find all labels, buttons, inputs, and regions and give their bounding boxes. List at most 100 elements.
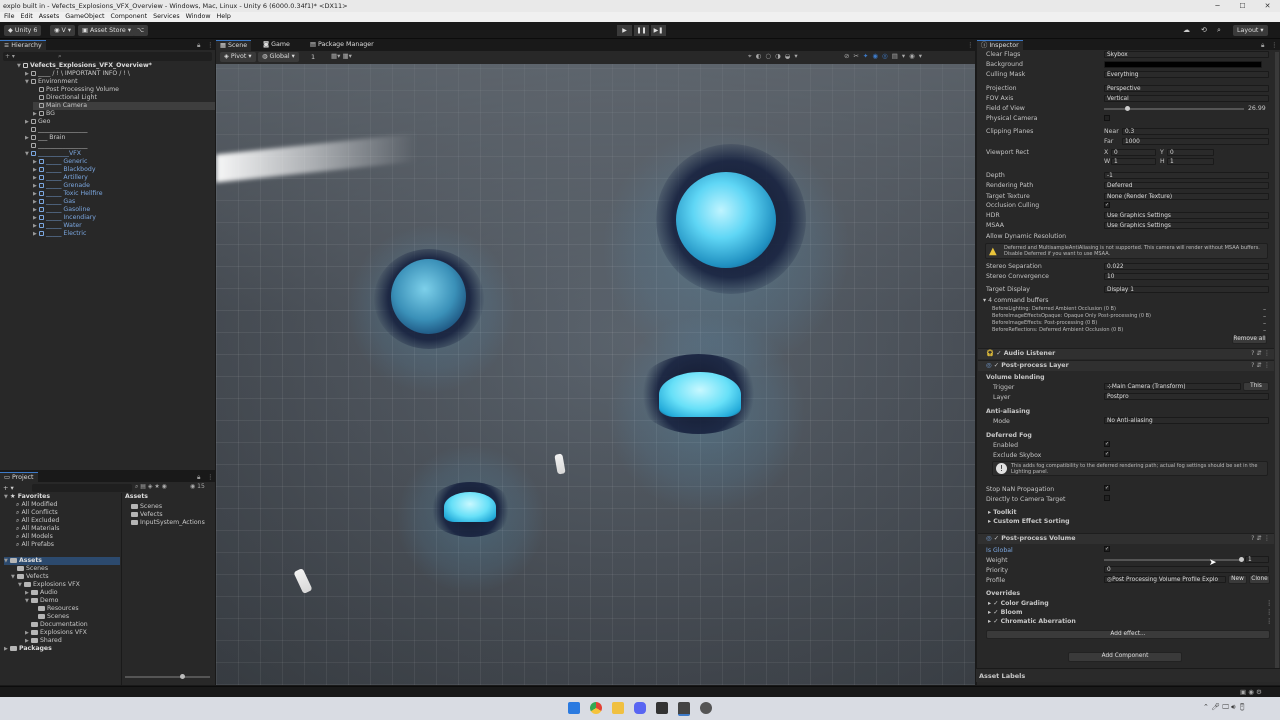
hierarchy-item[interactable]: ▼ __________VFX (25, 150, 81, 158)
play-button[interactable]: ▶ (617, 25, 632, 36)
pp-layer-toggle[interactable]: ✓ (994, 362, 999, 369)
lock-icon[interactable]: 🔒︎ (197, 473, 200, 482)
hierarchy-item[interactable]: Main Camera (33, 102, 215, 110)
weight-field[interactable]: 1 (1245, 556, 1269, 563)
camera-checkbox[interactable]: ✓ (1104, 202, 1110, 208)
component-menu-icons[interactable]: ? ⇵ ⋮ (1251, 349, 1270, 359)
hierarchy-item[interactable]: ▶ _____ Gas (33, 198, 75, 206)
toolkit-foldout[interactable]: ▸ Toolkit (988, 509, 1016, 516)
icon-size-slider[interactable] (125, 674, 210, 679)
project-tree-item[interactable]: ▼ Explosions VFX (18, 581, 80, 589)
menu-gameobject[interactable]: GameObject (65, 12, 104, 22)
viewport-w-field[interactable]: 1 (1111, 158, 1156, 165)
fov-slider-track[interactable] (1104, 106, 1244, 111)
unity-hub-icon[interactable] (656, 702, 668, 714)
asset-store-button[interactable]: ▣ Asset Store ▾ (78, 25, 135, 36)
remove-buffer-icon[interactable]: – (1263, 306, 1266, 313)
is-global-checkbox[interactable]: ✓ (1104, 546, 1110, 552)
asset-item[interactable]: InputSystem_Actions (131, 519, 205, 527)
favorite-item[interactable]: ⌕ All Models (16, 533, 53, 541)
minimize-icon[interactable]: ─ (1205, 0, 1230, 12)
slider-handle[interactable] (180, 674, 185, 679)
layer-dropdown[interactable]: Postpro (1104, 393, 1269, 400)
viewport-h-field[interactable]: 1 (1167, 158, 1214, 165)
grid-snap-value[interactable]: 1 (311, 53, 315, 61)
favorites-header[interactable]: ▼ ★ Favorites (4, 493, 50, 501)
unity-button[interactable]: ◆ Unity 6 (4, 25, 42, 36)
camera-dropdown[interactable]: Use Graphics Settings (1104, 212, 1269, 219)
effect-menu-icon[interactable]: ⋮ (1266, 600, 1272, 607)
chrome-icon[interactable] (590, 702, 602, 714)
viewport-y-field[interactable]: 0 (1167, 149, 1214, 156)
fov-value[interactable]: 26.99 (1248, 105, 1266, 112)
remove-buffer-icon[interactable]: – (1263, 320, 1266, 327)
layout-dropdown[interactable]: Layout ▾ (1233, 25, 1268, 36)
viewport-x-field[interactable]: 0 (1111, 149, 1156, 156)
more-icon[interactable]: ⋮ (967, 41, 974, 49)
inspector-scrollbar[interactable] (1275, 52, 1279, 672)
menu-assets[interactable]: Assets (39, 12, 60, 22)
menu-file[interactable]: File (4, 12, 15, 22)
audio-listener-header[interactable]: 🎧︎ ✓ Audio Listener ? ⇵ ⋮ (978, 348, 1274, 359)
target-display-dropdown[interactable]: Display 1 (1104, 286, 1269, 293)
favorite-item[interactable]: ⌕ All Excluded (16, 517, 59, 525)
windows-start-icon[interactable] (568, 702, 580, 714)
assets-breadcrumb[interactable]: Assets (125, 493, 148, 501)
favorite-item[interactable]: ⌕ All Modified (16, 501, 57, 509)
hierarchy-item[interactable]: ▶ _____ Artillery (33, 174, 88, 182)
tab-scene[interactable]: ▦ Scene (216, 40, 252, 51)
project-tree-item[interactable]: Scenes (11, 565, 48, 573)
tab-game[interactable]: ◙ Game (259, 40, 294, 50)
tab-package-manager[interactable]: ▤ Package Manager (306, 40, 378, 50)
project-add-button[interactable]: + ▾ (3, 484, 23, 492)
version-control-button[interactable]: ⌥ (133, 25, 149, 36)
pause-button[interactable]: ❚❚ (634, 25, 649, 36)
project-tree-item[interactable]: ▶ Explosions VFX (25, 629, 87, 637)
project-search-input[interactable] (32, 484, 132, 492)
camera-dropdown[interactable]: Skybox (1104, 51, 1269, 58)
hierarchy-item[interactable]: ▶ _____ Electric (33, 230, 86, 238)
hierarchy-item[interactable]: ▶ _____ Incendiary (33, 214, 96, 222)
asset-labels-bar[interactable]: Asset Labels (976, 668, 1280, 682)
pp-volume-header[interactable]: ◎ ✓ Post-process Volume ? ⇵ ⋮ (978, 533, 1274, 544)
command-buffers-title[interactable]: ▾ 4 command buffers (983, 297, 1049, 304)
favorite-item[interactable]: ⌕ All Conflicts (16, 509, 58, 517)
hierarchy-item[interactable]: Post Processing Volume (33, 86, 119, 94)
history-icon[interactable]: ⟲ (1201, 26, 1207, 34)
hierarchy-item[interactable]: ▶ _____ Gasoline (33, 206, 90, 214)
scene-viewport[interactable] (216, 64, 975, 685)
draw-mode-icons[interactable]: ⌖◐○◑◒▾ (748, 52, 802, 61)
clone-profile-button[interactable]: Clone (1249, 575, 1270, 584)
aa-mode-dropdown[interactable]: No Anti-aliasing (1104, 417, 1269, 424)
menu-help[interactable]: Help (216, 12, 230, 22)
expand-arrow-icon[interactable]: ▸ ✓ (988, 618, 1001, 625)
more-icon[interactable]: ⋮ (207, 473, 214, 481)
hierarchy-item[interactable]: ▼ Environment (25, 78, 78, 86)
status-icons[interactable]: ▣ ◉ ⚙ (1240, 688, 1262, 696)
stop-nan-checkbox[interactable]: ✓ (1104, 485, 1110, 491)
menu-edit[interactable]: Edit (21, 12, 33, 22)
menu-component[interactable]: Component (111, 12, 148, 22)
cloud-icon[interactable]: ☁ (1183, 26, 1190, 34)
scene-root[interactable]: ▼ Vefects_Explosions_VFX_Overview* (17, 62, 152, 70)
hierarchy-item[interactable]: ▶ BG (33, 110, 55, 118)
add-effect-button[interactable]: Add effect... (986, 630, 1270, 639)
effect-menu-icon[interactable]: ⋮ (1266, 609, 1272, 616)
project-tree-item[interactable]: ▶ Shared (25, 637, 62, 645)
this-button[interactable]: This (1243, 382, 1269, 391)
system-tray-icons[interactable]: ⌃ 🎤︎ 🖵 🔊︎ 🔋︎ (1203, 703, 1247, 712)
hierarchy-item[interactable]: ▶ ___ Brain (25, 134, 65, 142)
obs-icon[interactable] (700, 702, 712, 714)
camera-dropdown[interactable]: Perspective (1104, 85, 1269, 92)
menu-window[interactable]: Window (186, 12, 211, 22)
fog-enabled-checkbox[interactable]: ✓ (1104, 441, 1110, 447)
effect-menu-icon[interactable]: ⋮ (1266, 618, 1272, 625)
weight-slider[interactable] (1104, 557, 1244, 562)
exclude-skybox-checkbox[interactable]: ✓ (1104, 451, 1110, 457)
camera-object-field[interactable]: None (Render Texture) (1104, 193, 1269, 200)
stereo-field[interactable]: 10 (1104, 273, 1269, 280)
effect-override-item[interactable]: ▸ ✓ Color Grading (988, 600, 1049, 607)
lock-icon[interactable]: 🔒︎ (1261, 41, 1264, 50)
tab-project[interactable]: ▭ Project (0, 472, 38, 483)
effect-override-item[interactable]: ▸ ✓ Bloom (988, 609, 1022, 616)
